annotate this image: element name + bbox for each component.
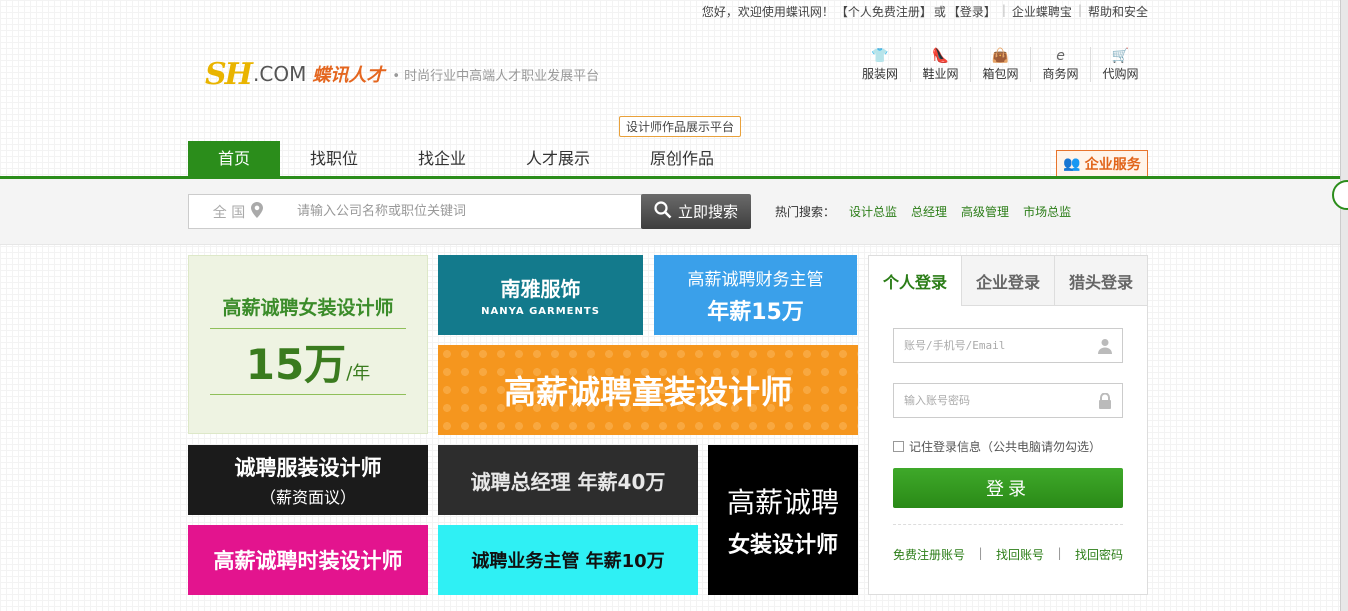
- divider: |: [978, 546, 983, 560]
- users-icon: 👥: [1063, 155, 1081, 172]
- ad-title: 高薪诚聘财务主管: [687, 269, 824, 290]
- register-link[interactable]: 【个人免费注册】: [836, 3, 932, 20]
- search-button[interactable]: 立即搜索: [641, 194, 751, 229]
- ad-womenswear-designer-2[interactable]: 高薪诚聘 女装设计师: [708, 445, 858, 595]
- channel-label: 商务网: [1042, 67, 1079, 81]
- ad-salary: 15万/年: [245, 339, 371, 389]
- ad-unit: /年: [346, 362, 371, 384]
- ad-nanya[interactable]: 南雅服饰 NANYA GARMENTS: [438, 255, 643, 335]
- password-placeholder: 输入账号密码: [904, 394, 970, 407]
- nav-companies[interactable]: 找企业: [388, 141, 496, 177]
- top-bar: 您好，欢迎使用蝶讯网！ 【个人免费注册】 或 【登录】 | 企业蝶聘宝 | 帮助…: [700, 3, 1148, 20]
- cart-icon: 🛒: [1111, 48, 1130, 64]
- tab-enterprise-login[interactable]: 企业登录: [961, 256, 1054, 305]
- divider: [210, 393, 406, 395]
- hot-search-item[interactable]: 总经理: [911, 203, 947, 220]
- ad-apparel-designer[interactable]: 诚聘服装设计师 （薪资面议）: [188, 445, 428, 515]
- city-label: 全 国: [212, 204, 246, 221]
- ad-brand-en: NANYA GARMENTS: [481, 306, 600, 317]
- city-selector[interactable]: 全 国: [188, 194, 288, 229]
- main-nav: 首页 找职位 找企业 人才展示 原创作品: [188, 141, 744, 177]
- location-pin-icon: [251, 201, 264, 222]
- remember-label: 记住登录信息（公共电脑请勿勾选）: [909, 440, 1102, 454]
- shirt-icon: 👕: [871, 48, 889, 64]
- channel-label: 鞋业网: [922, 67, 959, 81]
- ad-business-manager[interactable]: 诚聘业务主管 年薪10万: [438, 525, 698, 595]
- hot-search-item[interactable]: 市场总监: [1023, 203, 1071, 220]
- nav-works[interactable]: 原创作品: [620, 141, 744, 177]
- ad-finance-manager[interactable]: 高薪诚聘财务主管 年薪15万: [654, 255, 857, 335]
- channel-label: 箱包网: [982, 67, 1019, 81]
- hot-search-item[interactable]: 高级管理: [961, 203, 1009, 220]
- login-button[interactable]: 登录: [893, 468, 1123, 508]
- channel-bags[interactable]: 👜 箱包网: [970, 47, 1030, 82]
- login-links: 免费注册账号 | 找回账号 | 找回密码: [893, 546, 1123, 563]
- ad-sub: 女装设计师: [727, 533, 838, 558]
- user-icon: [1098, 329, 1112, 367]
- shoe-icon: 👠: [931, 48, 950, 64]
- divider: [210, 327, 406, 329]
- logo-mark: SH: [205, 56, 253, 92]
- ad-fashion-designer[interactable]: 高薪诚聘时装设计师: [188, 525, 428, 595]
- channel-purchasing[interactable]: 🛒 代购网: [1090, 47, 1150, 82]
- remember-checkbox[interactable]: [893, 441, 904, 452]
- divider: |: [1001, 3, 1006, 17]
- ad-title: 高薪诚聘: [726, 486, 839, 519]
- search-button-label: 立即搜索: [677, 203, 738, 221]
- ad-salary: 年薪15万: [707, 299, 804, 325]
- help-link[interactable]: 帮助和安全: [1088, 3, 1148, 20]
- remember-login[interactable]: 记住登录信息（公共电脑请勿勾选）: [893, 438, 1101, 455]
- site-logo[interactable]: SH .COM 蝶讯人才 • 时尚行业中高端人才职业发展平台: [205, 46, 599, 102]
- hot-searches: 热门搜索： 设计总监 总经理 高级管理 市场总监: [775, 203, 1071, 220]
- channel-business[interactable]: e 商务网: [1030, 47, 1090, 82]
- register-account-link[interactable]: 免费注册账号: [893, 546, 965, 563]
- enterprise-service-button[interactable]: 👥 企业服务: [1056, 150, 1148, 177]
- recover-password-link[interactable]: 找回密码: [1075, 546, 1123, 563]
- ad-brand: 南雅服饰: [500, 277, 581, 301]
- recover-account-link[interactable]: 找回账号: [996, 546, 1044, 563]
- ad-sub: （薪资面议）: [259, 488, 356, 507]
- divider: [893, 524, 1123, 525]
- logo-slogan: • 时尚行业中高端人才职业发展平台: [392, 68, 600, 84]
- nav-talent[interactable]: 人才展示: [496, 141, 620, 177]
- login-panel: 个人登录 企业登录 猎头登录 账号/手机号/Email 输入账号密码 记住登录信…: [868, 255, 1148, 595]
- logo-cn: 蝶讯人才: [312, 65, 385, 86]
- nav-jobs[interactable]: 找职位: [280, 141, 388, 177]
- scrollbar[interactable]: [1340, 0, 1348, 611]
- e-icon: e: [1056, 48, 1065, 64]
- account-placeholder: 账号/手机号/Email: [904, 339, 1006, 352]
- channel-links: 👕 服装网 👠 鞋业网 👜 箱包网 e 商务网 🛒 代购网: [850, 47, 1150, 82]
- divider: |: [1077, 3, 1082, 17]
- ad-womenswear-designer[interactable]: 高薪诚聘女装设计师 15万/年: [188, 255, 428, 434]
- bag-icon: 👜: [991, 48, 1010, 64]
- greeting-text: 您好，欢迎使用蝶讯网！: [701, 5, 834, 19]
- ad-title: 高薪诚聘女装设计师: [222, 296, 394, 319]
- login-link[interactable]: 【登录】: [948, 3, 996, 20]
- search-icon: [654, 200, 672, 223]
- tab-personal-login[interactable]: 个人登录: [869, 256, 961, 306]
- enterprise-service-label: 企业服务: [1084, 156, 1141, 173]
- hot-search-item[interactable]: 设计总监: [849, 203, 897, 220]
- ad-title: 诚聘服装设计师: [234, 456, 382, 480]
- nav-home[interactable]: 首页: [188, 141, 280, 177]
- channel-apparel[interactable]: 👕 服装网: [850, 47, 910, 82]
- search-input[interactable]: 请输入公司名称或职位关键词: [287, 194, 642, 229]
- or-text: 或: [933, 5, 946, 19]
- lock-icon: [1098, 384, 1112, 422]
- ad-general-manager[interactable]: 诚聘总经理 年薪40万: [438, 445, 698, 515]
- channel-label: 代购网: [1102, 67, 1139, 81]
- channel-label: 服装网: [861, 67, 898, 81]
- password-field[interactable]: 输入账号密码: [893, 383, 1123, 418]
- enterprise-link[interactable]: 企业蝶聘宝: [1012, 3, 1072, 20]
- hot-label: 热门搜索：: [775, 205, 836, 219]
- account-field[interactable]: 账号/手机号/Email: [893, 328, 1123, 363]
- tab-headhunter-login[interactable]: 猎头登录: [1054, 256, 1147, 305]
- ad-childrenswear-designer[interactable]: 高薪诚聘童装设计师: [438, 345, 858, 435]
- login-tabs: 个人登录 企业登录 猎头登录: [869, 256, 1147, 306]
- designer-showcase-tip[interactable]: 设计师作品展示平台: [619, 116, 742, 137]
- logo-com: .COM: [253, 62, 307, 86]
- divider: |: [1057, 546, 1062, 560]
- channel-shoes[interactable]: 👠 鞋业网: [910, 47, 970, 82]
